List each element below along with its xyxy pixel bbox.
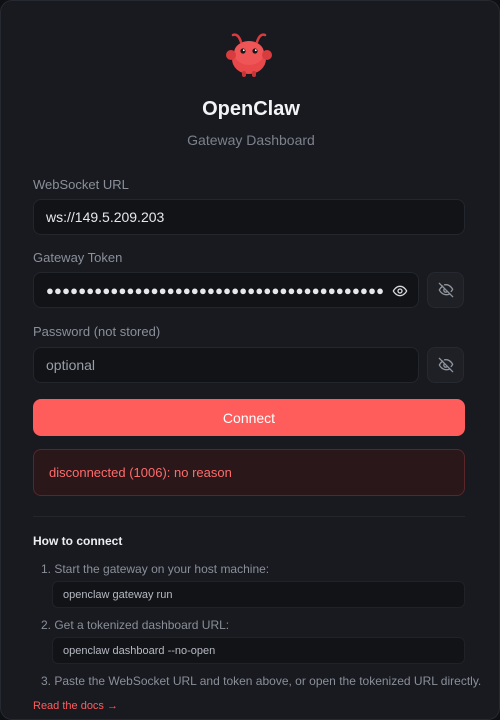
- login-card: OpenClaw Gateway Dashboard WebSocket URL…: [0, 0, 500, 720]
- password-label: Password (not stored): [33, 324, 161, 339]
- connect-button[interactable]: Connect: [33, 399, 465, 436]
- gateway-token-value: ●●●●●●●●●●●●●●●●●●●●●●●●●●●●●●●●●●●●●●●●…: [46, 282, 384, 298]
- step-2-code: openclaw dashboard --no-open: [52, 637, 465, 664]
- step-3-text: 3. Paste the WebSocket URL and token abo…: [41, 674, 482, 688]
- password-placeholder: optional: [46, 357, 96, 373]
- read-docs-link[interactable]: Read the docs →: [33, 700, 118, 712]
- app-title: OpenClaw: [202, 98, 300, 120]
- step-1-code: openclaw gateway run: [52, 581, 465, 608]
- gateway-token-label: Gateway Token: [33, 250, 123, 265]
- eye-icon[interactable]: [392, 283, 408, 299]
- how-to-connect-heading: How to connect: [33, 534, 123, 548]
- step-2-text: 2. Get a tokenized dashboard URL:: [41, 618, 230, 632]
- eye-off-icon: [438, 357, 453, 373]
- step-2-code-text: openclaw dashboard --no-open: [63, 644, 216, 657]
- divider: [33, 516, 465, 517]
- websocket-url-value: ws://149.5.209.203: [46, 209, 165, 225]
- eye-off-icon: [438, 282, 453, 298]
- gateway-token-input[interactable]: ●●●●●●●●●●●●●●●●●●●●●●●●●●●●●●●●●●●●●●●●…: [33, 272, 419, 308]
- toggle-password-visibility-button[interactable]: [427, 347, 464, 383]
- step-1-text: 1. Start the gateway on your host machin…: [41, 562, 270, 576]
- red-claw-mascot-icon: [226, 33, 272, 77]
- app-subtitle: Gateway Dashboard: [187, 132, 315, 148]
- connection-error-text: disconnected (1006): no reason: [49, 465, 232, 480]
- step-1-code-text: openclaw gateway run: [63, 588, 173, 601]
- websocket-url-label: WebSocket URL: [33, 177, 129, 192]
- connection-error-alert: disconnected (1006): no reason: [33, 449, 465, 496]
- websocket-url-input[interactable]: ws://149.5.209.203: [33, 199, 465, 235]
- toggle-token-visibility-button[interactable]: [427, 272, 464, 308]
- password-input[interactable]: optional: [33, 347, 419, 383]
